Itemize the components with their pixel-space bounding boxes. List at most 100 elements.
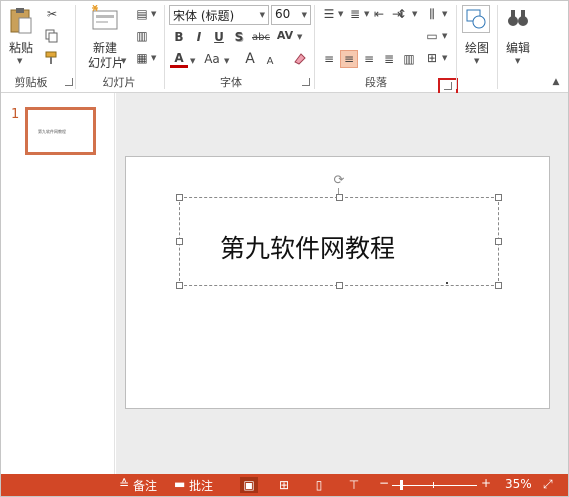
chevron-down-icon[interactable]: ▼ (302, 11, 307, 19)
font-name-combo[interactable]: 宋体 (标题) ▼ (169, 5, 269, 25)
font-size-value: 60 (275, 7, 291, 21)
drawing-dropdown-arrow[interactable]: ▼ (474, 57, 479, 65)
text-cursor (446, 282, 448, 284)
comments-icon[interactable]: ▬ (174, 477, 185, 491)
character-spacing-button[interactable]: AV (274, 26, 296, 44)
resize-handle[interactable] (336, 194, 343, 201)
clipboard-dialog-launcher[interactable] (65, 78, 73, 86)
align-left-icon[interactable]: ≡ (320, 50, 338, 68)
strikethrough-button[interactable]: abc (250, 28, 272, 46)
spacing-dropdown-arrow[interactable]: ▼ (297, 33, 302, 41)
cut-icon[interactable]: ✂ (43, 5, 61, 23)
layout-icon[interactable]: ▤ (133, 5, 151, 23)
numbering-dropdown-arrow[interactable]: ▼ (364, 10, 369, 18)
normal-view-icon[interactable]: ▣ (240, 477, 258, 493)
section-dropdown-arrow[interactable]: ▼ (151, 54, 156, 62)
slide-thumbnail[interactable]: 第九软件网教程 (25, 107, 96, 155)
resize-handle[interactable] (495, 238, 502, 245)
paste-button[interactable]: 粘贴 (8, 39, 34, 56)
line-spacing-icon[interactable]: ↕ (393, 5, 411, 23)
chevron-down-icon[interactable]: ▼ (260, 11, 265, 19)
slide-number: 1 (11, 107, 20, 122)
smartart-dropdown-arrow[interactable]: ▼ (442, 54, 447, 62)
powerpoint-window: 粘贴 ▼ ✂ 剪贴板 新建 幻灯片 ▼ ▤ ▼ ▥ ▦ ▼ 幻灯片 宋体 (标题… (0, 0, 569, 497)
group-separator (497, 5, 498, 89)
notes-button[interactable]: 备注 (133, 477, 157, 494)
text-direction-dropdown-arrow[interactable]: ▼ (442, 10, 447, 18)
group-separator (314, 5, 315, 89)
bullets-icon[interactable]: ☰ (320, 5, 338, 23)
italic-button[interactable]: I (190, 28, 208, 46)
zoom-slider-track[interactable] (392, 485, 477, 486)
font-color-button[interactable]: A (170, 50, 188, 68)
slide-canvas[interactable]: ⟳ 第九软件网教程 (125, 156, 550, 409)
notes-icon[interactable]: ≙ (119, 477, 129, 491)
drawing-icon[interactable] (462, 5, 490, 33)
rotate-handle-icon[interactable]: ⟳ (332, 174, 346, 188)
new-slide-dropdown-arrow[interactable]: ▼ (121, 57, 126, 65)
bold-button[interactable]: B (170, 28, 188, 46)
fit-slide-icon[interactable]: ⤢ (543, 477, 553, 492)
copy-icon[interactable] (43, 27, 61, 45)
resize-handle[interactable] (336, 282, 343, 289)
zoom-in-button[interactable]: + (481, 476, 491, 490)
resize-handle[interactable] (495, 282, 502, 289)
align-text-icon[interactable]: ▭ (423, 27, 441, 45)
title-textbox[interactable]: 第九软件网教程 (176, 194, 502, 289)
align-center-icon[interactable]: ≡ (340, 50, 358, 68)
smartart-icon[interactable]: ⊞ (423, 49, 441, 67)
numbering-icon[interactable]: ≣ (346, 5, 364, 23)
zoom-slider-midpoint (433, 482, 434, 488)
bullets-dropdown-arrow[interactable]: ▼ (338, 10, 343, 18)
columns-icon[interactable]: ▥ (400, 50, 418, 68)
editing-dropdown-arrow[interactable]: ▼ (515, 57, 520, 65)
comments-button[interactable]: 批注 (189, 477, 213, 494)
zoom-level[interactable]: 35% (505, 477, 532, 491)
line-spacing-dropdown-arrow[interactable]: ▼ (412, 10, 417, 18)
editing-button[interactable]: 编辑 (504, 39, 532, 56)
slides-group-label: 幻灯片 (102, 76, 136, 89)
reading-view-icon[interactable]: ▯ (310, 477, 328, 493)
new-slide-icon[interactable] (91, 5, 119, 33)
clear-formatting-icon[interactable] (291, 50, 309, 68)
justify-icon[interactable]: ≣ (380, 50, 398, 68)
change-case-button[interactable]: Aa (201, 50, 223, 68)
text-direction-icon[interactable]: ⫼ (423, 5, 441, 23)
slideshow-view-icon[interactable]: ⊤ (345, 477, 363, 493)
section-icon[interactable]: ▦ (133, 49, 151, 67)
slide-sorter-view-icon[interactable]: ⊞ (275, 477, 293, 493)
resize-handle[interactable] (176, 238, 183, 245)
resize-handle[interactable] (176, 194, 183, 201)
font-color-dropdown-arrow[interactable]: ▼ (190, 57, 195, 65)
grow-font-button[interactable]: A (241, 50, 259, 68)
group-separator (75, 5, 76, 89)
format-painter-icon[interactable] (43, 49, 61, 67)
slide-title-text[interactable]: 第九软件网教程 (220, 229, 395, 265)
layout-dropdown-arrow[interactable]: ▼ (151, 10, 156, 18)
thumbnail-title: 第九软件网教程 (38, 129, 66, 134)
font-name-value: 宋体 (标题) (173, 9, 235, 23)
align-text-dropdown-arrow[interactable]: ▼ (442, 32, 447, 40)
resize-handle[interactable] (495, 194, 502, 201)
zoom-out-button[interactable]: − (379, 476, 389, 490)
decrease-indent-icon[interactable]: ⇤ (370, 5, 388, 23)
zoom-slider-thumb[interactable] (400, 480, 403, 490)
new-slide-button-line2[interactable]: 幻灯片 (86, 54, 126, 71)
paste-icon[interactable] (9, 6, 33, 36)
binoculars-icon[interactable] (505, 5, 531, 31)
resize-handle[interactable] (176, 282, 183, 289)
font-size-combo[interactable]: 60 ▼ (271, 5, 311, 25)
paste-dropdown-arrow[interactable]: ▼ (17, 57, 22, 65)
drawing-button[interactable]: 绘图 (463, 39, 491, 56)
align-right-icon[interactable]: ≡ (360, 50, 378, 68)
status-bar: ≙ 备注 ▬ 批注 ▣ ⊞ ▯ ⊤ − + 35% ⤢ (1, 474, 568, 496)
clipboard-group-label: 剪贴板 (14, 76, 48, 89)
shadow-button[interactable]: S (230, 28, 248, 46)
underline-button[interactable]: U (210, 28, 228, 46)
shrink-font-button[interactable]: A (261, 52, 279, 70)
collapse-ribbon-icon[interactable]: ▲ (550, 76, 562, 88)
group-separator (164, 5, 165, 89)
font-dialog-launcher[interactable] (302, 78, 310, 86)
reset-icon[interactable]: ▥ (133, 27, 151, 45)
change-case-dropdown-arrow[interactable]: ▼ (224, 57, 229, 65)
